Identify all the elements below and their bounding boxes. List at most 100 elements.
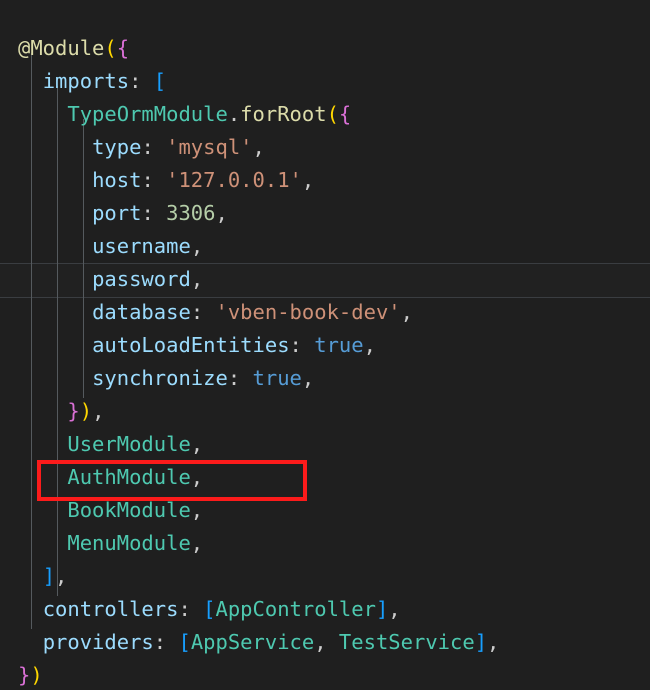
code-editor-surface[interactable]: @Module({ imports: [ TypeOrmModule.forRo… bbox=[0, 0, 650, 690]
code-line[interactable]: autoLoadEntities: true, bbox=[0, 329, 650, 362]
code-line[interactable]: BookModule, bbox=[0, 494, 650, 527]
code-line-indent bbox=[18, 531, 67, 555]
code-token: BookModule bbox=[67, 498, 191, 522]
code-line[interactable]: TypeOrmModule.forRoot({ bbox=[0, 98, 650, 131]
code-token: } bbox=[18, 663, 31, 687]
code-line-indent bbox=[18, 69, 43, 93]
code-line[interactable]: controllers: [AppController], bbox=[0, 593, 650, 626]
code-line[interactable]: password, bbox=[0, 263, 650, 296]
code-token: [ bbox=[203, 597, 216, 621]
code-line[interactable]: ], bbox=[0, 560, 650, 593]
code-token: , bbox=[363, 333, 376, 357]
code-line-indent bbox=[18, 168, 92, 192]
code-token: : bbox=[190, 300, 216, 324]
code-token: AppService bbox=[190, 630, 315, 654]
code-line-indent bbox=[18, 465, 67, 489]
code-line[interactable]: database: 'vben-book-dev', bbox=[0, 296, 650, 329]
code-line[interactable]: providers: [AppService, TestService], bbox=[0, 626, 650, 659]
code-token: , bbox=[190, 432, 204, 456]
code-token: true bbox=[314, 333, 364, 357]
code-line-indent bbox=[18, 399, 67, 423]
code-line-indent bbox=[18, 234, 92, 258]
code-token: , bbox=[487, 630, 500, 654]
code-token: username bbox=[92, 234, 191, 258]
code-token: [ bbox=[178, 630, 191, 654]
code-line[interactable]: type: 'mysql', bbox=[0, 131, 650, 164]
code-token: : bbox=[141, 135, 167, 159]
code-token: database bbox=[92, 300, 191, 324]
code-token: , bbox=[301, 168, 315, 192]
code-line[interactable]: host: '127.0.0.1', bbox=[0, 164, 650, 197]
code-token: true bbox=[252, 366, 302, 390]
code-token: , bbox=[301, 366, 315, 390]
code-line[interactable]: }) bbox=[0, 659, 650, 690]
code-token: : bbox=[153, 630, 179, 654]
code-token: : bbox=[227, 366, 253, 390]
code-line[interactable]: @Module({ bbox=[0, 32, 650, 65]
code-token: , bbox=[190, 498, 204, 522]
code-line-indent bbox=[18, 564, 43, 588]
code-token: TypeOrmModule bbox=[67, 102, 228, 126]
code-token: , bbox=[215, 201, 228, 225]
code-token: ] bbox=[474, 630, 488, 654]
code-token: ) bbox=[79, 399, 93, 423]
code-line-indent bbox=[18, 300, 92, 324]
code-line-indent bbox=[18, 201, 92, 225]
code-token: forRoot bbox=[240, 102, 327, 126]
code-line-indent bbox=[18, 630, 43, 654]
code-token: } bbox=[67, 399, 80, 423]
code-token: { bbox=[338, 102, 352, 126]
code-token: AuthModule bbox=[67, 465, 191, 489]
code-line-indent bbox=[18, 432, 67, 456]
code-token: ( bbox=[326, 102, 339, 126]
code-token: [ bbox=[153, 69, 167, 93]
code-token: MenuModule bbox=[67, 531, 191, 555]
code-token: type bbox=[92, 135, 142, 159]
code-token: password bbox=[92, 267, 191, 291]
code-token: : bbox=[178, 597, 204, 621]
code-token: , bbox=[55, 564, 68, 588]
code-token: ( bbox=[104, 36, 117, 60]
code-line-indent bbox=[18, 333, 92, 357]
code-token: : bbox=[289, 333, 315, 357]
code-token: 3306 bbox=[166, 201, 216, 225]
code-token: , bbox=[190, 531, 204, 555]
code-token: , bbox=[190, 234, 204, 258]
code-line[interactable]: port: 3306, bbox=[0, 197, 650, 230]
code-line[interactable]: synchronize: true, bbox=[0, 362, 650, 395]
code-line[interactable]: UserModule, bbox=[0, 428, 650, 461]
code-token: AppController bbox=[215, 597, 376, 621]
code-token: : bbox=[129, 69, 154, 93]
code-token: autoLoadEntities bbox=[92, 333, 290, 357]
code-line-indent bbox=[18, 366, 92, 390]
code-token: , bbox=[388, 597, 401, 621]
code-token: 'vben-book-dev' bbox=[215, 300, 401, 324]
code-token: imports bbox=[42, 69, 130, 93]
code-token: controllers bbox=[42, 597, 179, 621]
code-token: TestService bbox=[338, 630, 475, 654]
code-line[interactable]: username, bbox=[0, 230, 650, 263]
code-token: port bbox=[92, 201, 142, 225]
code-token: : bbox=[141, 201, 167, 225]
code-line[interactable]: }), bbox=[0, 395, 650, 428]
code-token: ] bbox=[375, 597, 389, 621]
code-line-indent bbox=[18, 102, 67, 126]
code-token: 'mysql' bbox=[166, 135, 253, 159]
code-token: { bbox=[116, 36, 130, 60]
code-token: , bbox=[92, 399, 105, 423]
code-token: , bbox=[400, 300, 413, 324]
code-line-indent bbox=[18, 267, 92, 291]
code-token: synchronize bbox=[92, 366, 228, 390]
code-line[interactable]: AuthModule, bbox=[0, 461, 650, 494]
code-line[interactable]: MenuModule, bbox=[0, 527, 650, 560]
code-token: providers bbox=[42, 630, 154, 654]
code-editor-screenshot: @Module({ imports: [ TypeOrmModule.forRo… bbox=[0, 0, 650, 690]
code-token: , bbox=[190, 465, 204, 489]
code-token: host bbox=[92, 168, 142, 192]
code-token: ] bbox=[42, 564, 56, 588]
code-line[interactable]: imports: [ bbox=[0, 65, 650, 98]
code-token: @Module bbox=[18, 36, 105, 60]
code-token: : bbox=[141, 168, 167, 192]
code-token: , bbox=[252, 135, 265, 159]
code-line-indent bbox=[18, 498, 67, 522]
